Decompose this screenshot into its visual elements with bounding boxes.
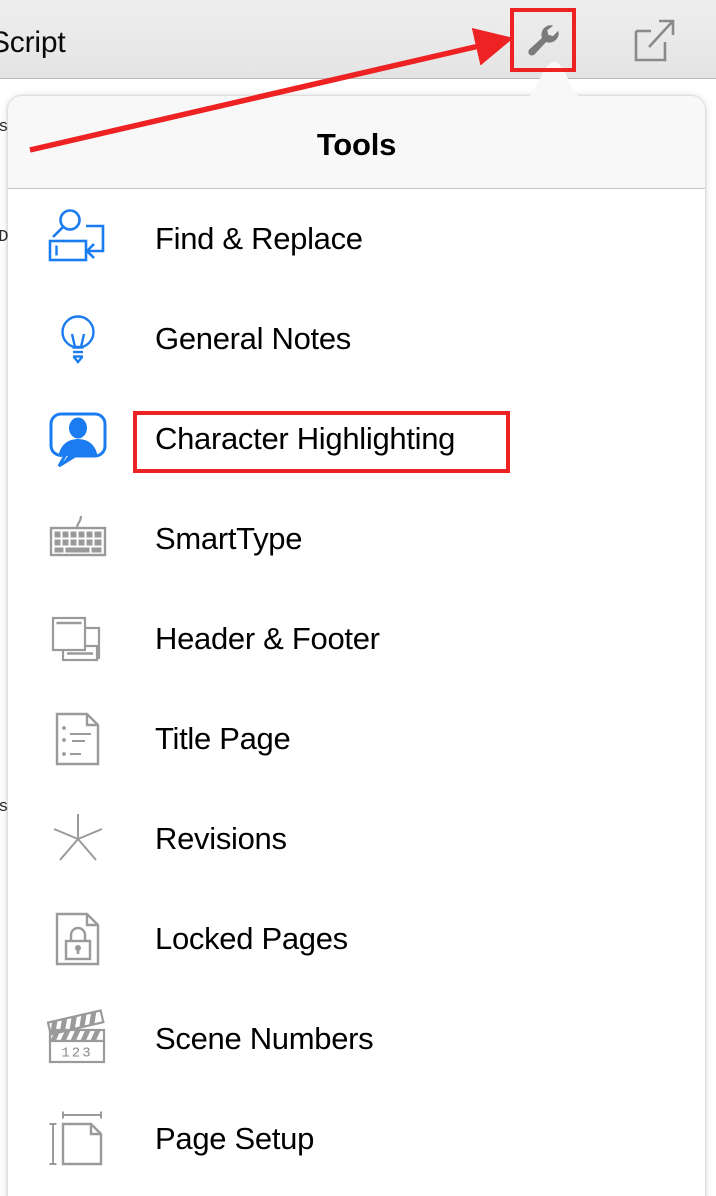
menu-item-header-footer[interactable]: Header & Footer bbox=[8, 589, 705, 689]
menu-item-general-notes[interactable]: General Notes bbox=[8, 289, 705, 389]
wrench-icon bbox=[528, 25, 559, 56]
scene-number-badge: 123 bbox=[61, 1046, 92, 1062]
menu-item-smarttype[interactable]: SmartType bbox=[8, 489, 705, 589]
asterisk-icon bbox=[44, 805, 112, 873]
document-title: Script bbox=[0, 26, 66, 59]
menu-item-scene-numbers[interactable]: 123 Scene Numbers bbox=[8, 989, 705, 1089]
menu-item-label: Header & Footer bbox=[155, 621, 380, 656]
keyboard-icon bbox=[44, 505, 112, 573]
menu-item-find-replace[interactable]: Find & Replace bbox=[8, 189, 705, 289]
screenshot-root: 's ID T H • I 's k n Script bbox=[0, 0, 716, 1196]
export-button[interactable] bbox=[622, 9, 684, 71]
character-bubble-icon bbox=[44, 405, 112, 473]
menu-item-page-setup[interactable]: Page Setup bbox=[8, 1089, 705, 1189]
locked-page-icon bbox=[44, 905, 112, 973]
menu-item-label: Scene Numbers bbox=[155, 1021, 374, 1056]
lightbulb-icon bbox=[44, 305, 112, 373]
menu-item-label: General Notes bbox=[155, 321, 351, 356]
popover-title: Tools bbox=[316, 127, 397, 162]
menu-item-label: Revisions bbox=[155, 821, 287, 856]
header-footer-icon bbox=[44, 605, 112, 673]
menu-item-title-page[interactable]: Title Page bbox=[8, 689, 705, 789]
menu-item-label: Title Page bbox=[155, 721, 291, 756]
menu-item-character-highlighting[interactable]: Character Highlighting bbox=[8, 389, 705, 489]
tools-popover: Tools Find & Replace General Notes Chara… bbox=[8, 96, 705, 1196]
menu-item-label: SmartType bbox=[155, 521, 303, 556]
popover-caret bbox=[522, 62, 586, 100]
find-replace-icon bbox=[44, 205, 112, 273]
menu-item-label: Find & Replace bbox=[155, 221, 363, 256]
menu-item-revisions[interactable]: Revisions bbox=[8, 789, 705, 889]
menu-item-label: Locked Pages bbox=[155, 921, 348, 956]
top-toolbar: Script bbox=[0, 0, 716, 79]
clapperboard-icon: 123 bbox=[44, 1005, 112, 1073]
export-icon bbox=[634, 19, 675, 62]
menu-item-locked-pages[interactable]: Locked Pages bbox=[8, 889, 705, 989]
menu-item-label: Page Setup bbox=[155, 1121, 315, 1156]
menu-item-label: Character Highlighting bbox=[155, 421, 456, 456]
title-page-icon bbox=[44, 705, 112, 773]
page-setup-icon bbox=[44, 1105, 112, 1173]
tools-menu-list: Find & Replace General Notes Character H… bbox=[8, 189, 705, 1189]
popover-header: Tools bbox=[8, 96, 705, 189]
